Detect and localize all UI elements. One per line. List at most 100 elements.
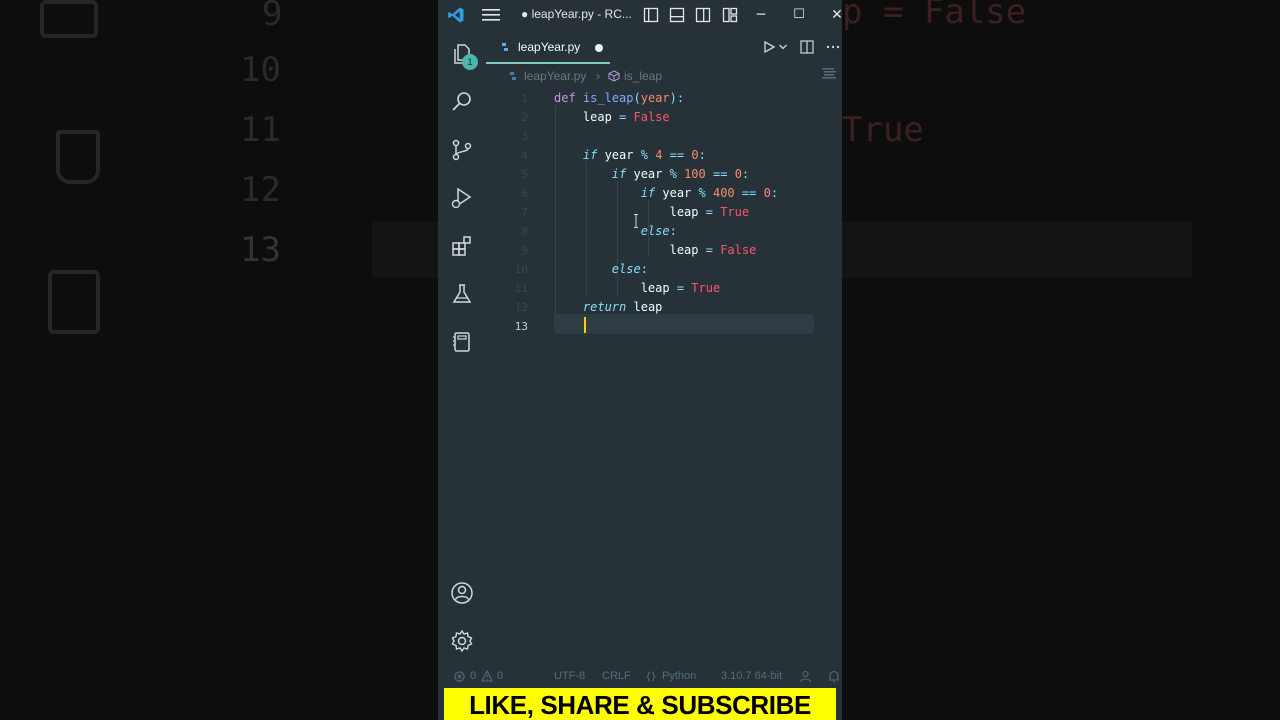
background-ghost-icon: [40, 0, 98, 38]
breadcrumb-separator: ›: [596, 69, 600, 83]
code-token: :: [640, 262, 648, 276]
background-highlight-row: [372, 222, 438, 278]
breadcrumb-symbol[interactable]: is_leap: [624, 69, 662, 83]
extensions-icon[interactable]: [450, 234, 474, 258]
toggle-panel-icon[interactable]: [669, 7, 685, 23]
code-text: def is_leap(year):: [554, 89, 684, 108]
editor-tab-bar: leapYear.py: [486, 30, 842, 64]
code-token: leap: [554, 243, 706, 257]
run-debug-icon[interactable]: [450, 186, 474, 210]
language-mode[interactable]: Python: [662, 670, 696, 682]
code-line[interactable]: 13: [486, 317, 842, 336]
errors-count[interactable]: 0: [470, 670, 476, 682]
code-line[interactable]: 12 return leap: [486, 298, 842, 317]
toggle-secondary-sidebar-icon[interactable]: [695, 7, 711, 23]
maximize-button[interactable]: ☐: [790, 6, 808, 24]
tab-leapyear-py[interactable]: leapYear.py: [486, 30, 610, 64]
code-text: leap = False: [554, 241, 757, 260]
split-editor-icon[interactable]: [800, 40, 814, 54]
explorer-badge: 1: [462, 54, 478, 70]
code-text: else:: [554, 260, 648, 279]
errors-icon[interactable]: [454, 671, 465, 682]
code-text: leap = True: [554, 279, 721, 298]
code-token: is_leap: [582, 91, 634, 105]
settings-gear-icon[interactable]: [450, 629, 474, 653]
minimize-button[interactable]: ─: [752, 6, 770, 24]
code-line[interactable]: 11 leap = True: [486, 279, 842, 298]
status-bar: 0 0 UTF-8 CRLF Python 3.10.7 64-bit: [438, 666, 842, 688]
eol-indicator[interactable]: CRLF: [602, 670, 631, 682]
line-number: 3: [521, 130, 528, 143]
tab-label: leapYear.py: [518, 40, 581, 54]
code-token: 0: [763, 186, 771, 200]
more-actions-icon[interactable]: [826, 40, 840, 54]
code-line[interactable]: 10 else:: [486, 260, 842, 279]
code-token: =: [705, 205, 713, 219]
accounts-icon[interactable]: [450, 581, 474, 605]
toggle-primary-sidebar-icon[interactable]: [643, 7, 659, 23]
warnings-count[interactable]: 0: [497, 670, 503, 682]
code-line[interactable]: 1 def is_leap(year):: [486, 89, 842, 108]
code-line[interactable]: 6 if year % 400 == 0:: [486, 184, 842, 203]
code-editor[interactable]: 1 def is_leap(year): 2 leap = False 3 4 if y…: [486, 86, 842, 666]
background-ghost-code: True: [842, 110, 924, 150]
background-ghost-icon: [56, 130, 100, 184]
code-token: (: [633, 91, 641, 105]
method-cube-icon: [608, 70, 620, 82]
code-token: ):: [669, 91, 685, 105]
source-control-icon[interactable]: [450, 138, 474, 162]
code-line[interactable]: 9 leap = False: [486, 241, 842, 260]
customize-layout-icon[interactable]: [722, 7, 738, 23]
code-token: %: [640, 148, 648, 162]
run-python-file-icon[interactable]: [762, 40, 776, 54]
code-token: True: [720, 205, 750, 219]
run-options-chevron-icon[interactable]: [778, 40, 788, 54]
feedback-person-icon[interactable]: [799, 670, 812, 683]
code-token: False: [633, 110, 670, 124]
code-line[interactable]: 3: [486, 127, 842, 146]
line-number: 12: [514, 301, 528, 314]
warnings-icon[interactable]: [481, 670, 493, 682]
code-token: return: [582, 300, 627, 314]
code-line[interactable]: 5 if year % 100 == 0:: [486, 165, 842, 184]
text-cursor: [584, 317, 586, 333]
language-braces-icon: [646, 671, 656, 682]
background-ghost-text: 11: [240, 110, 281, 150]
code-token: year: [655, 186, 699, 200]
code-token: if: [582, 148, 598, 162]
code-line[interactable]: 8 else:: [486, 222, 842, 241]
code-token: leap: [626, 300, 663, 314]
code-token: :: [770, 186, 779, 200]
menu-icon[interactable]: [482, 8, 500, 22]
code-line[interactable]: 7 leap = True: [486, 203, 842, 222]
banner-text: LIKE, SHARE & SUBSCRIBE: [469, 690, 811, 720]
notebook-icon[interactable]: [450, 330, 474, 354]
line-number: 13: [514, 320, 528, 333]
testing-flask-icon[interactable]: [450, 282, 474, 306]
title-bar: ● leapYear.py - RC... ─ ☐ ✕: [438, 0, 842, 30]
encoding-indicator[interactable]: UTF-8: [554, 670, 585, 682]
python-interpreter[interactable]: 3.10.7 64-bit: [721, 670, 782, 682]
code-text: return leap: [554, 298, 662, 317]
vscode-window: ● leapYear.py - RC... ─ ☐ ✕ 1 leapYear.p…: [438, 0, 842, 720]
code-line[interactable]: 2 leap = False: [486, 108, 842, 127]
unsaved-dot-icon[interactable]: [595, 44, 603, 52]
code-line[interactable]: 4 if year % 4 == 0:: [486, 146, 842, 165]
search-icon[interactable]: [450, 90, 474, 114]
code-token: else: [640, 224, 670, 238]
code-token: leap: [554, 281, 677, 295]
code-token: leap: [554, 110, 620, 124]
close-button[interactable]: ✕: [828, 6, 842, 24]
line-number: 1: [521, 92, 528, 105]
window-title: ● leapYear.py - RC...: [521, 7, 632, 21]
code-token: :: [698, 148, 706, 162]
notifications-bell-icon[interactable]: [828, 670, 840, 683]
breadcrumb-file[interactable]: leapYear.py: [524, 69, 586, 83]
code-token: def: [554, 91, 576, 105]
